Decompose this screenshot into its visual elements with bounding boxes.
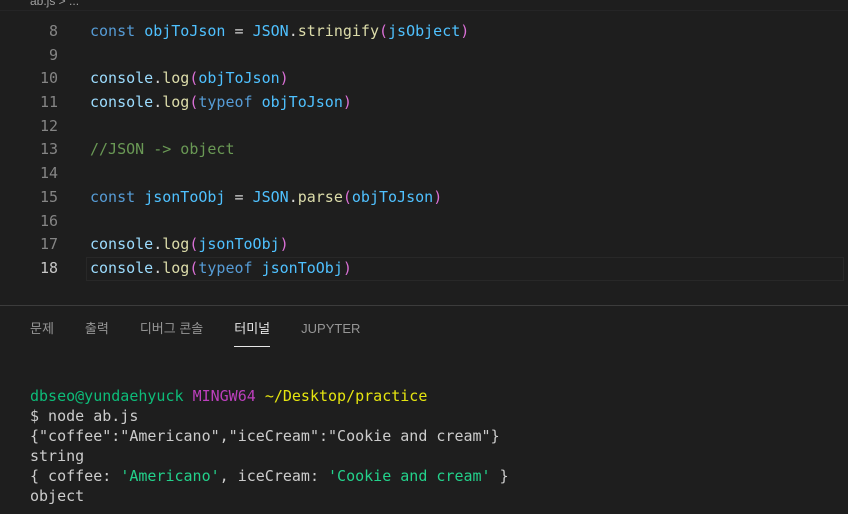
panel-tabs: 문제 출력 디버그 콘솔 터미널 JUPYTER	[30, 320, 391, 350]
code-token: const	[90, 187, 145, 206]
line-number: 11	[39, 93, 58, 112]
code-token: JSON	[252, 187, 289, 206]
code-token: console	[90, 93, 154, 112]
code-line[interactable]: 17 console.log(jsonToObj)	[0, 233, 848, 257]
code-token: objToJson	[198, 69, 280, 88]
code-line[interactable]: 15 const jsonToObj = JSON.parse(objToJson…	[0, 186, 848, 210]
terminal-output-obj-mid: , iceCream:	[219, 467, 329, 485]
code-token: typeof	[198, 258, 262, 277]
line-number: 9	[48, 45, 58, 64]
terminal-output-obj-close: }	[490, 467, 509, 485]
code-token: log	[162, 69, 190, 88]
code-token: stringify	[297, 22, 379, 40]
code-token: (	[342, 187, 352, 206]
code-text[interactable]: console.log(typeof objToJson)	[90, 91, 352, 115]
code-token: parse	[297, 187, 343, 206]
panel-tab[interactable]: 문제	[30, 320, 54, 346]
terminal-output-obj-value2: 'Cookie and cream'	[328, 467, 491, 485]
code-token: jsObject	[388, 22, 461, 40]
terminal-prompt-user: dbseo@yundaehyuck	[30, 387, 184, 405]
code-token: .	[288, 22, 298, 40]
code-line[interactable]: 14	[0, 162, 848, 186]
code-token: .	[153, 235, 163, 254]
line-number: 12	[39, 116, 58, 135]
code-token: =	[225, 22, 253, 40]
code-text[interactable]: console.log(objToJson)	[90, 67, 289, 91]
line-number: 14	[39, 164, 58, 183]
terminal-prompt-path: ~/Desktop/practice	[264, 387, 428, 405]
breadcrumb-text[interactable]: ab.js > ...	[30, 0, 79, 8]
code-token: )	[433, 187, 443, 206]
line-number: 10	[39, 69, 58, 88]
breadcrumb[interactable]: ab.js > ...	[0, 0, 848, 11]
code-token: console	[90, 258, 154, 277]
code-token: console	[90, 69, 154, 88]
terminal-output-json: {"coffee":"Americano","iceCream":"Cookie…	[30, 427, 500, 445]
terminal-output-obj-open: { coffee:	[30, 467, 121, 485]
code-token: JSON	[252, 22, 289, 40]
code-token: console	[90, 235, 154, 254]
code-token: typeof	[198, 93, 262, 112]
panel-tab[interactable]: 출력	[85, 320, 109, 346]
terminal-output-type-object: object	[30, 487, 85, 505]
code-line[interactable]: 13 //JSON -> object	[0, 138, 848, 162]
line-number: 18	[39, 258, 58, 277]
code-token: objToJson	[144, 22, 226, 40]
code-token: jsonToObj	[198, 235, 280, 254]
terminal-output-obj-value1: 'Americano'	[120, 467, 220, 485]
line-number: 17	[39, 235, 58, 254]
code-token: log	[162, 258, 190, 277]
line-number: 8	[48, 22, 58, 40]
code-token: (	[379, 22, 389, 40]
code-token: objToJson	[351, 187, 434, 206]
code-text[interactable]: const objToJson = JSON.stringify(jsObjec…	[90, 20, 469, 44]
terminal-output[interactable]: dbseo@yundaehyuck MINGW64 ~/Desktop/prac…	[30, 386, 509, 506]
code-token: log	[162, 93, 190, 112]
terminal-output-type-string: string	[30, 447, 85, 465]
code-text[interactable]: console.log(jsonToObj)	[90, 233, 289, 257]
code-token: .	[153, 93, 163, 112]
code-line[interactable]: 12	[0, 115, 848, 139]
code-token: //JSON -> object	[90, 140, 235, 159]
code-token: jsonToObj	[261, 258, 343, 277]
code-token: const	[90, 22, 145, 40]
code-token: jsonToObj	[144, 187, 226, 206]
code-token: .	[288, 187, 298, 206]
code-line[interactable]: 8 const objToJson = JSON.stringify(jsObje…	[0, 20, 848, 44]
panel-tab[interactable]: 터미널	[234, 320, 271, 347]
code-token: log	[162, 235, 190, 254]
line-number: 16	[39, 211, 58, 230]
code-line[interactable]: 9	[0, 44, 848, 68]
code-token: .	[153, 258, 163, 277]
code-token: )	[279, 235, 289, 254]
code-token: .	[153, 69, 163, 88]
code-text[interactable]: console.log(typeof jsonToObj)	[90, 257, 352, 281]
bottom-panel: 문제 출력 디버그 콘솔 터미널 JUPYTER dbseo@yundaehyuck M…	[0, 306, 848, 514]
code-line[interactable]: 10 console.log(objToJson)	[0, 67, 848, 91]
code-token: =	[225, 187, 253, 206]
terminal-prompt-env: MINGW64	[192, 387, 256, 405]
panel-tab[interactable]: 디버그 콘솔	[140, 320, 203, 346]
code-line[interactable]: 16	[0, 210, 848, 234]
line-number: 15	[39, 187, 58, 206]
code-line[interactable]: 18 console.log(typeof jsonToObj)	[0, 256, 848, 281]
code-token: objToJson	[261, 93, 343, 112]
panel-tab[interactable]: JUPYTER	[301, 320, 360, 346]
code-token: )	[460, 22, 470, 40]
code-line[interactable]: 11 console.log(typeof objToJson)	[0, 91, 848, 115]
code-token: )	[342, 93, 352, 112]
code-token: )	[279, 69, 289, 88]
code-token: )	[342, 258, 352, 277]
code-text[interactable]: const jsonToObj = JSON.parse(objToJson)	[90, 186, 442, 210]
terminal-command: $ node ab.js	[30, 407, 139, 425]
line-number: 13	[39, 140, 58, 159]
code-editor[interactable]: 8 const objToJson = JSON.stringify(jsObje…	[0, 20, 848, 304]
code-text[interactable]: //JSON -> object	[90, 138, 235, 162]
